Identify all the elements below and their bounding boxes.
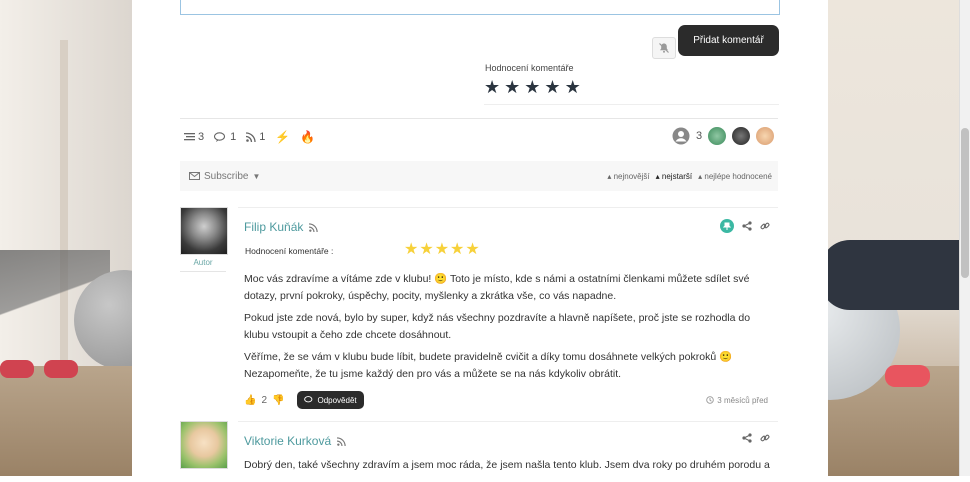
comment-rating-label: Hodnocení komentáře : bbox=[245, 246, 334, 256]
link-icon[interactable] bbox=[760, 221, 770, 231]
comments-count: 1 bbox=[230, 131, 237, 143]
avatar[interactable] bbox=[180, 421, 228, 469]
star-icon[interactable]: ★ bbox=[504, 77, 520, 97]
comment-rating-stars: ★ ★ ★ ★ ★ bbox=[404, 241, 480, 259]
star-icon: ★ bbox=[434, 241, 450, 258]
comments-panel: Přidat komentář Hodnocení komentáře ★ ★ … bbox=[132, 0, 828, 476]
thumbs-up-icon[interactable]: 👍 bbox=[244, 395, 256, 406]
user-avatar[interactable] bbox=[756, 127, 775, 145]
fire-icon[interactable]: 🔥 bbox=[300, 130, 315, 144]
envelope-icon bbox=[189, 172, 200, 180]
online-count: 3 bbox=[696, 130, 703, 142]
vote-count: 2 bbox=[261, 394, 268, 406]
notify-toggle-button[interactable] bbox=[652, 37, 676, 59]
comment-author: Filip Kuňák bbox=[244, 220, 319, 234]
scrollbar-thumb[interactable] bbox=[961, 128, 969, 278]
sort-options: ▴ nejnovější ▴ nejstarší ▴ nejlépe hodno… bbox=[607, 172, 772, 181]
comment-paragraph: Dobrý den, také všechny zdravím a jsem m… bbox=[244, 459, 770, 471]
author-name[interactable]: Filip Kuňák bbox=[244, 220, 303, 234]
comments-icon bbox=[214, 131, 226, 142]
submit-comment-button[interactable]: Přidat komentář bbox=[678, 25, 779, 56]
online-users: 3 bbox=[672, 127, 775, 145]
bell-off-icon bbox=[659, 43, 669, 53]
background-shoe bbox=[0, 360, 34, 378]
caret-down-icon: ▼ bbox=[252, 171, 261, 181]
star-icon: ★ bbox=[465, 241, 480, 258]
divider bbox=[180, 118, 778, 119]
comments-stat: 1 bbox=[214, 131, 236, 143]
subscribe-label: Subscribe bbox=[204, 170, 249, 182]
comment-actions bbox=[742, 433, 770, 443]
rss-stat: 1 bbox=[246, 131, 265, 143]
threads-icon bbox=[184, 133, 195, 141]
user-avatar[interactable] bbox=[732, 127, 751, 145]
rss-count: 1 bbox=[259, 131, 266, 143]
rss-icon bbox=[246, 132, 256, 142]
rss-icon[interactable] bbox=[309, 222, 319, 232]
form-rating-stars[interactable]: ★ ★ ★ ★ ★ bbox=[484, 77, 581, 97]
sort-top-rated[interactable]: ▴ nejlépe hodnocené bbox=[698, 172, 772, 181]
comment-timestamp[interactable]: 3 měsíců před bbox=[706, 396, 768, 405]
reply-label: Odpovědět bbox=[317, 395, 357, 405]
subscribe-dropdown[interactable]: Subscribe ▼ bbox=[189, 171, 260, 182]
author-name[interactable]: Viktorie Kurková bbox=[244, 434, 331, 448]
share-icon[interactable] bbox=[742, 433, 752, 443]
pin-icon[interactable] bbox=[720, 219, 734, 233]
threads-stat: 3 bbox=[184, 131, 204, 143]
link-icon[interactable] bbox=[760, 433, 770, 443]
comment-paragraph: Věříme, že se vám v klubu bude líbit, bu… bbox=[244, 351, 733, 380]
star-icon[interactable]: ★ bbox=[484, 77, 500, 97]
thread-stats: 3 1 1 ⚡ 🔥 bbox=[184, 130, 315, 144]
vote-controls: 👍 2 👎 Odpovědět bbox=[244, 391, 364, 409]
star-icon[interactable]: ★ bbox=[565, 77, 581, 97]
time-label: 3 měsíců před bbox=[717, 395, 768, 405]
comment-author: Viktorie Kurková bbox=[244, 434, 346, 448]
background-shoe bbox=[44, 360, 78, 378]
comment-body: Viktorie Kurková Dobrý den, také všechny… bbox=[238, 421, 778, 482]
comment-text: Moc vás zdravíme a vítáme zde v klubu! 🙂… bbox=[244, 271, 774, 388]
threads-count: 3 bbox=[198, 131, 205, 143]
star-icon: ★ bbox=[404, 241, 419, 258]
user-avatar[interactable] bbox=[708, 127, 727, 145]
comment-paragraph: Pokud jste zde nová, bylo by super, když… bbox=[244, 312, 751, 341]
share-icon[interactable] bbox=[742, 221, 752, 231]
sort-oldest[interactable]: ▴ nejstarší bbox=[656, 172, 692, 181]
reply-button[interactable]: Odpovědět bbox=[297, 391, 364, 409]
comment-paragraph: Moc vás zdravíme a vítáme zde v klubu! 🙂… bbox=[244, 273, 750, 302]
comments-toolbar: Subscribe ▼ ▴ nejnovější ▴ nejstarší ▴ n… bbox=[180, 161, 778, 191]
rss-icon[interactable] bbox=[337, 436, 346, 446]
star-icon: ★ bbox=[419, 241, 434, 258]
sort-newest[interactable]: ▴ nejnovější bbox=[607, 172, 649, 181]
bolt-icon[interactable]: ⚡ bbox=[275, 130, 290, 144]
user-icon bbox=[672, 127, 690, 145]
star-icon: ★ bbox=[450, 241, 465, 258]
star-icon[interactable]: ★ bbox=[524, 77, 540, 97]
background-person-right bbox=[820, 240, 970, 310]
form-rating-label: Hodnocení komentáře bbox=[485, 63, 574, 73]
avatar[interactable] bbox=[180, 207, 228, 255]
comment-body: Filip Kuňák Hodnocení komentáře: ★ ★ ★ … bbox=[238, 207, 778, 413]
comment-actions bbox=[720, 219, 770, 233]
thumbs-down-icon[interactable]: 👎 bbox=[272, 395, 284, 406]
comments-icon bbox=[304, 396, 313, 403]
star-icon[interactable]: ★ bbox=[544, 77, 560, 97]
comment-footer: 👍 2 👎 Odpovědět 3 měsíců před bbox=[244, 391, 768, 409]
divider bbox=[484, 104, 779, 105]
author-badge: Autor bbox=[180, 258, 226, 272]
comment-textarea[interactable] bbox=[180, 0, 780, 15]
page-scrollbar[interactable] bbox=[959, 0, 970, 476]
background-shoe bbox=[885, 365, 930, 387]
clock-icon bbox=[706, 396, 715, 404]
